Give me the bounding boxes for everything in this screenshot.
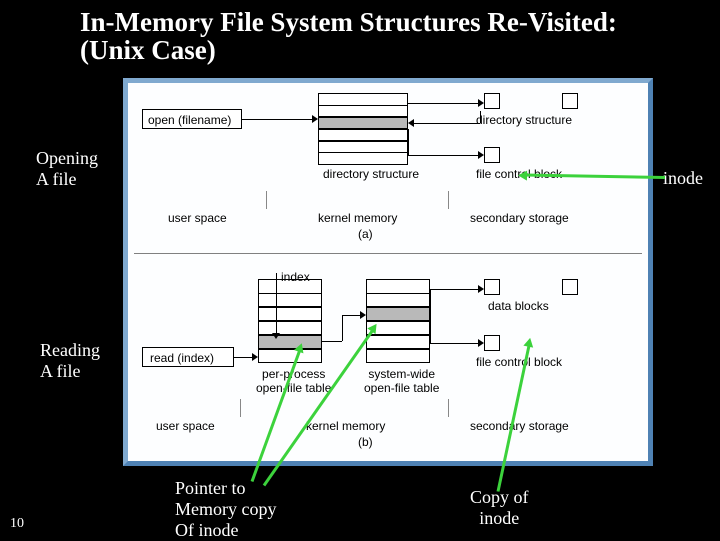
col-a-1: user space xyxy=(168,211,227,225)
page-number: 10 xyxy=(10,516,24,532)
sw-slot5 xyxy=(366,349,430,363)
dir-slot-3 xyxy=(318,129,408,141)
dir-slot-4 xyxy=(318,141,408,153)
extra-sq-a xyxy=(562,93,578,109)
div-b-1 xyxy=(240,399,241,417)
data-blocks-label: data blocks xyxy=(488,299,549,313)
arrow-dir-fcb xyxy=(408,155,478,156)
arrow-pp-sw-h xyxy=(360,311,366,319)
pp-slot1 xyxy=(258,293,322,307)
pp-slot-fill xyxy=(258,335,322,349)
dir-slot-1 xyxy=(318,105,408,117)
arrow-sw-db-h xyxy=(478,285,484,293)
separator-line xyxy=(134,253,642,254)
arrow-pp-sw3 xyxy=(342,315,360,316)
label-opening: Opening A file xyxy=(36,148,98,190)
arrow-sw-fcb-h xyxy=(478,339,484,347)
div-b-2 xyxy=(448,399,449,417)
arrow-dir-fcb-h xyxy=(478,151,484,159)
open-call-text: open (filename) xyxy=(148,113,231,127)
label-inode: inode xyxy=(663,168,703,189)
arrow-pp-sw2 xyxy=(342,315,343,341)
tag-a: (a) xyxy=(358,227,373,241)
arrow-read-pp xyxy=(234,357,252,358)
arrow-sw-fcb-v xyxy=(430,313,431,343)
read-call-text: read (index) xyxy=(150,351,214,365)
idx-arrow-head xyxy=(272,333,280,339)
pp-slot5 xyxy=(258,349,322,363)
pp-slot3 xyxy=(258,321,322,335)
label-reading: Reading A file xyxy=(40,340,100,382)
arrow-pp-sw1 xyxy=(322,341,342,342)
arrow-open-dir xyxy=(242,119,312,120)
col-a-2: kernel memory xyxy=(318,211,397,225)
arrow-sw-fcb xyxy=(430,343,478,344)
sw-label: system-wide open-file table xyxy=(364,367,439,395)
slide-title: In-Memory File System Structures Re-Visi… xyxy=(80,8,680,65)
div-a-1 xyxy=(266,191,267,209)
arrow-read-pp-h xyxy=(252,353,258,361)
arrow-sw-db-v xyxy=(430,289,431,313)
arrow-sec-dir xyxy=(414,123,480,124)
sw-slot-fill xyxy=(366,307,430,321)
dir-struct-label: directory structure xyxy=(323,167,419,181)
arrow-dir-fcb-v xyxy=(408,129,409,155)
arrow-sw-db xyxy=(430,289,478,290)
arrow-open-dir-head xyxy=(312,115,318,123)
arrow-dir-sec1 xyxy=(408,103,478,104)
arrow-dir-sec1-h xyxy=(478,99,484,107)
diagram-panel: open (filename) directory structure dire… xyxy=(123,78,653,466)
dir-slot-fill xyxy=(318,117,408,129)
col-b-2: kernel memory xyxy=(306,419,385,433)
col-b-3: secondary storage xyxy=(470,419,569,433)
fcb-b-label: file control block xyxy=(476,355,562,369)
div-a-2 xyxy=(448,191,449,209)
arrow-sec-dir-h xyxy=(408,119,414,127)
index-label: index xyxy=(281,270,310,284)
label-pointer: Pointer to Memory copy Of inode xyxy=(175,478,276,541)
idx-arrow-v xyxy=(276,273,277,335)
col-b-1: user space xyxy=(156,419,215,433)
sec-dir-label: directory structure xyxy=(476,113,572,127)
extra-sq-b xyxy=(562,279,578,295)
tag-b: (b) xyxy=(358,435,373,449)
sw-slot4 xyxy=(366,335,430,349)
sw-slot1 xyxy=(366,293,430,307)
label-copyof: Copy of inode xyxy=(470,487,529,529)
pp-slot2 xyxy=(258,307,322,321)
arrow-sec-dir-v xyxy=(480,111,481,123)
col-a-3: secondary storage xyxy=(470,211,569,225)
